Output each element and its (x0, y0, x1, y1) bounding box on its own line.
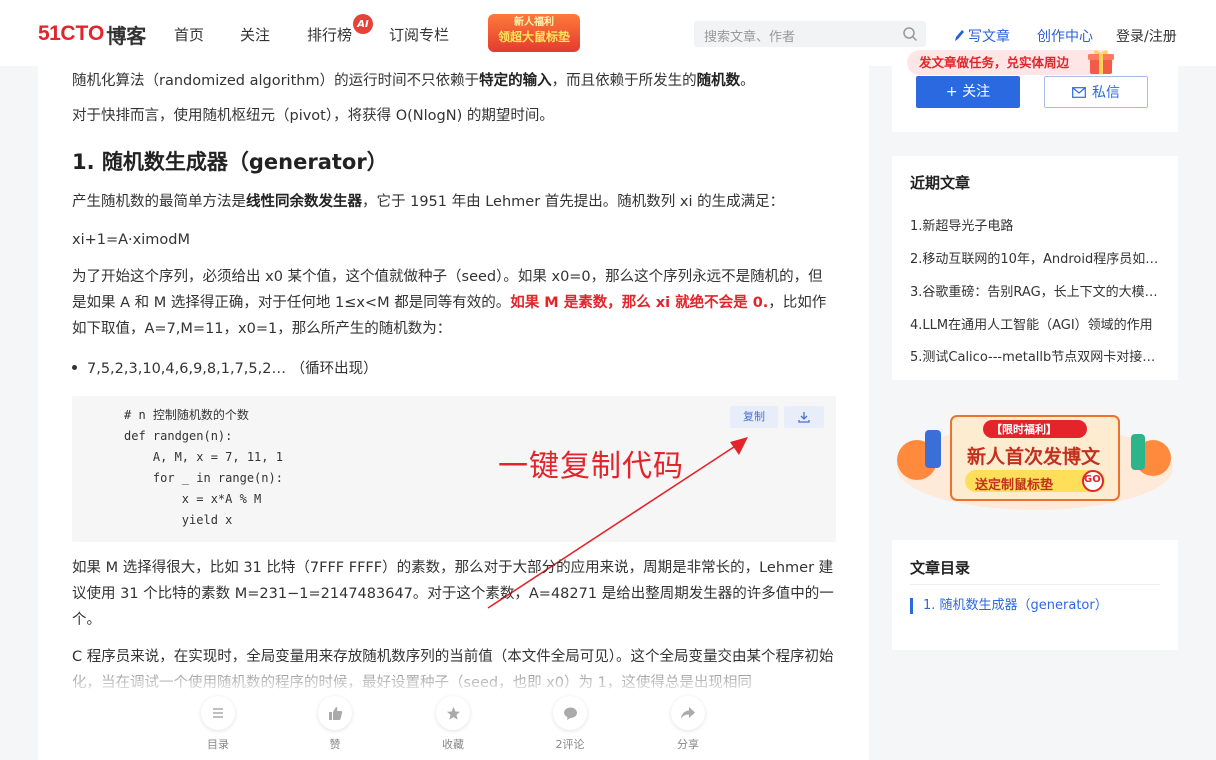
text-run: 产生随机数的最简单方法是 (72, 194, 246, 210)
recent-article-link[interactable]: 3.谷歌重磅：告别RAG，长上下文的大模型无损压缩 (910, 281, 1160, 300)
private-message-button[interactable]: 私信 (1044, 76, 1148, 108)
recent-articles-title: 近期文章 (910, 174, 971, 192)
write-article-link[interactable]: 写文章 (953, 26, 1010, 46)
banner-subtitle: 送定制鼠标垫 (975, 478, 1054, 493)
private-message-label: 私信 (1092, 85, 1120, 101)
bold-text: 随机数 (696, 73, 741, 89)
star-icon (446, 706, 460, 720)
newbie-post-banner[interactable]: 【限时福利】 新人首次发博文 送定制鼠标垫 GO (895, 408, 1175, 512)
banner-go: GO (1084, 474, 1101, 485)
logo-blog: 博客 (106, 23, 147, 48)
text-run: ，它于 1951 年由 Lehmer 首先提出。随机数列 xi 的生成满足： (362, 194, 785, 210)
highlight-text: 如果 M 是素数，那么 xi 就绝不会是 0. (510, 295, 769, 311)
download-icon (798, 412, 810, 423)
share-action[interactable]: 分享 (658, 696, 718, 752)
toc-item-generator[interactable]: 1. 随机数生成器（generator） (910, 598, 1108, 614)
promo-line-2: 领超大鼠标垫 (497, 30, 570, 44)
favorite-label: 收藏 (442, 738, 464, 751)
download-code-button[interactable] (784, 406, 824, 428)
toc-action[interactable]: 目录 (188, 696, 248, 752)
recent-article-link[interactable]: 5.测试Calico---metallb节点双网卡对接不同网络 (910, 346, 1160, 365)
creation-center-link[interactable]: 创作中心 (1037, 26, 1093, 46)
nav-subscribe-column[interactable]: 订阅专栏 (389, 24, 449, 45)
text-run: 随机化算法（randomized algorithm）的运行时间不只依赖于 (72, 73, 480, 89)
like-button[interactable] (318, 696, 352, 730)
mail-icon (1072, 86, 1086, 98)
text-run: ，而且依赖于所发生的 (551, 73, 697, 89)
toc-card: 文章目录 1. 随机数生成器（generator） (892, 540, 1178, 650)
like-action[interactable]: 赞 (305, 696, 365, 752)
article-body: 随机化算法（randomized algorithm）的运行时间不只依赖于特定的… (38, 66, 869, 760)
paragraph-lcg: 产生随机数的最简单方法是线性同余数发生器，它于 1951 年由 Lehmer 首… (72, 189, 836, 215)
login-register-link[interactable]: 登录/注册 (1116, 26, 1177, 46)
toc-divider (910, 584, 1160, 585)
logo-number: 51 (38, 22, 61, 45)
recent-article-link[interactable]: 1.新超导光子电路 (910, 215, 1160, 234)
comment-action[interactable]: 2评论 (540, 696, 600, 752)
section-heading: 1. 随机数生成器（generator） (72, 150, 388, 174)
list-item: 7,5,2,3,10,4,6,9,8,1,7,5,2… （循环出现） (72, 357, 836, 378)
banner-title: 新人首次发博文 (967, 446, 1101, 468)
search-icon[interactable] (902, 26, 918, 42)
recent-article-link[interactable]: 2.移动互联网的10年，Android程序员如何突破职业瓶颈 (910, 248, 1160, 267)
paragraph-randomized: 随机化算法（randomized algorithm）的运行时间不只依赖于特定的… (72, 68, 836, 94)
share-button[interactable] (671, 696, 705, 730)
code-text[interactable]: # n 控制随机数的个数 def randgen(n): A, M, x = 7… (124, 405, 283, 531)
favorite-button[interactable] (436, 696, 470, 730)
formula-text: xi+1=A·ximodM (72, 232, 190, 248)
nav-follow[interactable]: 关注 (240, 24, 270, 45)
share-label: 分享 (677, 738, 699, 751)
recent-article-link[interactable]: 4.LLM在通用人工智能（AGI）领域的作用 (910, 314, 1160, 333)
pen-icon (955, 30, 964, 41)
toc-button[interactable] (201, 696, 235, 730)
toc-title: 文章目录 (910, 559, 971, 577)
like-label: 赞 (329, 738, 341, 751)
bullet-dot (72, 364, 77, 370)
task-promo-bubble[interactable]: 发文章做任务，兑实体周边 (907, 50, 1113, 75)
copy-annotation: 一键复制代码 (498, 449, 684, 484)
code-block[interactable]: # n 控制随机数的个数 def randgen(n): A, M, x = 7… (72, 396, 836, 542)
write-article-label: 写文章 (968, 29, 1010, 45)
search-box[interactable]: 搜索文章、作者 (694, 21, 926, 47)
logo-cto: CTO (60, 22, 105, 45)
nav-home[interactable]: 首页 (174, 24, 204, 45)
ai-badge: AI (353, 14, 373, 34)
nav-ranking[interactable]: 排行榜 (307, 24, 352, 45)
promo-line-1: 新人福利 (514, 17, 554, 28)
toc-label: 目录 (207, 738, 229, 751)
list-item-text: 7,5,2,3,10,4,6,9,8,1,7,5,2… （循环出现） (87, 361, 378, 377)
bold-text: 线性同余数发生器 (246, 194, 362, 210)
newbie-promo-banner[interactable]: 新人福利 领超大鼠标垫 (488, 14, 580, 52)
favorite-action[interactable]: 收藏 (423, 696, 483, 752)
banner-tag: 【限时福利】 (991, 423, 1057, 436)
list-icon (213, 708, 223, 718)
paragraph-quicksort: 对于快排而言，使用随机枢纽元（pivot），将获得 O(NlogN) 的期望时间… (72, 108, 554, 124)
text-run: 。 (740, 73, 755, 89)
share-arrow-icon (681, 707, 695, 719)
site-logo[interactable]: 51 CTO 博客 (38, 19, 146, 49)
paragraph-seed: 为了开始这个序列，必须给出 x0 某个值，这个值就做种子（seed）。如果 x0… (72, 264, 836, 342)
bold-text: 特定的输入 (479, 73, 552, 89)
follow-button[interactable]: + 关注 (916, 76, 1020, 108)
comment-button[interactable] (553, 696, 587, 730)
comment-icon (563, 707, 577, 720)
article-action-bar: 目录 赞 收藏 2评论 分享 (38, 696, 869, 760)
comment-label: 2评论 (555, 738, 585, 751)
copy-code-button[interactable]: 复制 (730, 406, 778, 428)
recent-articles-card: 近期文章 1.新超导光子电路 2.移动互联网的10年，Android程序员如何突… (892, 156, 1178, 380)
search-input[interactable]: 搜索文章、作者 (704, 26, 795, 45)
paragraph-period: 如果 M 选择得很大，比如 31 比特（7FFF FFFF）的素数，那么对于大部… (72, 560, 834, 628)
gift-icon (1088, 50, 1114, 74)
thumbs-up-icon (328, 706, 342, 720)
